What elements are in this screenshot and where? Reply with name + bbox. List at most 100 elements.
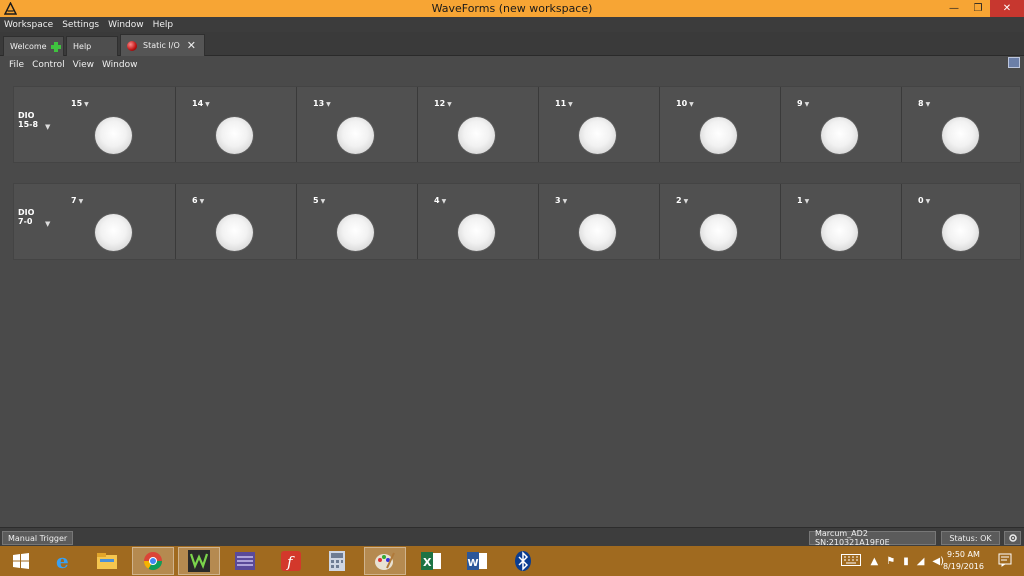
paint-icon[interactable]	[364, 547, 406, 575]
dio-led[interactable]	[95, 214, 132, 251]
chevron-down-icon[interactable]: ▼	[45, 123, 50, 131]
dio-led[interactable]	[942, 117, 979, 154]
dio-pin-label[interactable]: 12 ▼	[434, 99, 452, 108]
tab-help-label: Help	[73, 42, 92, 51]
dio-pin-cell: 7 ▼	[55, 184, 176, 259]
dio-pin-cell: 1 ▼	[781, 184, 902, 259]
dio-pin-label[interactable]: 5 ▼	[313, 196, 325, 205]
waveforms-sdk-icon[interactable]	[224, 547, 266, 575]
waveforms-app-icon[interactable]	[3, 2, 17, 16]
add-icon[interactable]	[50, 41, 62, 52]
dio-led[interactable]	[458, 117, 495, 154]
dio-pin-cell: 14 ▼	[176, 87, 297, 162]
dio-pin-label[interactable]: 13 ▼	[313, 99, 331, 108]
internet-explorer-icon[interactable]: e	[42, 547, 84, 575]
dio-group-7-0-label[interactable]: DIO 7-0	[18, 208, 34, 226]
maximize-button[interactable]: ❐	[966, 0, 990, 17]
dio-pin-cell: 15 ▼	[55, 87, 176, 162]
minimize-button[interactable]: —	[942, 0, 966, 17]
menu-help[interactable]: Help	[153, 20, 174, 30]
windows-start-icon[interactable]	[0, 547, 42, 575]
settings-gear-icon[interactable]	[1004, 531, 1021, 545]
dio-pin-label[interactable]: 14 ▼	[192, 99, 210, 108]
dio-led[interactable]	[337, 214, 374, 251]
menu-instrument-window[interactable]: Window	[102, 60, 138, 70]
menu-workspace[interactable]: Workspace	[4, 20, 53, 30]
tab-welcome[interactable]: Welcome	[3, 36, 64, 56]
close-tab-icon[interactable]: ✕	[187, 39, 196, 52]
dio-pin-label[interactable]: 2 ▼	[676, 196, 688, 205]
chevron-up-icon[interactable]: ▲	[871, 556, 879, 567]
dio-group-15-8-label[interactable]: DIO 15-8	[18, 111, 38, 129]
dio-led[interactable]	[700, 117, 737, 154]
dio-pin-label[interactable]: 1 ▼	[797, 196, 809, 205]
window-title: WaveForms (new workspace)	[431, 2, 593, 15]
foxit-reader-icon[interactable]: f	[270, 547, 312, 575]
dio-pin-cell: 9 ▼	[781, 87, 902, 162]
dio-pin-label[interactable]: 0 ▼	[918, 196, 930, 205]
dio-led[interactable]	[579, 214, 616, 251]
dio-led[interactable]	[216, 117, 253, 154]
chevron-down-icon: ▼	[568, 101, 573, 108]
chevron-down-icon: ▼	[925, 101, 931, 108]
tab-help[interactable]: Help	[66, 36, 118, 56]
tab-static-io[interactable]: Static I/O ✕	[120, 34, 205, 56]
dio-pin-label[interactable]: 10 ▼	[676, 99, 694, 108]
dio-pin-cell: 11 ▼	[539, 87, 660, 162]
dio-led[interactable]	[458, 214, 495, 251]
calculator-icon[interactable]	[316, 547, 358, 575]
dio-led[interactable]	[95, 117, 132, 154]
pin-number: 2	[676, 196, 682, 205]
notifications-icon[interactable]	[998, 553, 1012, 570]
dio-pin-label[interactable]: 9 ▼	[797, 99, 809, 108]
dio-led[interactable]	[821, 117, 858, 154]
word-icon[interactable]: W	[456, 547, 498, 575]
pin-number: 12	[434, 99, 446, 108]
battery-icon[interactable]: ▮	[903, 556, 909, 567]
device-selector[interactable]: Marcum_AD2 SN:210321A19F0E	[809, 529, 936, 547]
pin-number: 4	[434, 196, 440, 205]
dio-pin-label[interactable]: 3 ▼	[555, 196, 567, 205]
chevron-down-icon: ▼	[199, 198, 205, 205]
menu-settings[interactable]: Settings	[62, 20, 99, 30]
dio-led[interactable]	[942, 214, 979, 251]
menu-window[interactable]: Window	[108, 20, 144, 30]
dio-led[interactable]	[579, 117, 616, 154]
taskbar-clock[interactable]: 9:50 AM 8/19/2016	[943, 549, 984, 573]
menu-view[interactable]: View	[73, 60, 94, 70]
dio-group-range: 15-8	[18, 120, 39, 129]
chevron-down-icon: ▼	[804, 198, 810, 205]
tab-static-io-label: Static I/O	[143, 41, 180, 50]
wifi-signal-icon[interactable]: ◢	[917, 556, 925, 567]
menu-file[interactable]: File	[9, 60, 24, 70]
bluetooth-icon[interactable]	[502, 547, 544, 575]
chevron-down-icon: ▼	[689, 101, 694, 108]
dio-led[interactable]	[821, 214, 858, 251]
file-explorer-icon[interactable]	[86, 547, 128, 575]
chevron-down-icon: ▼	[205, 101, 210, 108]
pin-number: 13	[313, 99, 325, 108]
close-button[interactable]: ✕	[990, 0, 1024, 17]
dio-pin-label[interactable]: 7 ▼	[71, 196, 83, 205]
chevron-down-icon[interactable]: ▼	[45, 220, 50, 228]
dio-pin-label[interactable]: 4 ▼	[434, 196, 446, 205]
dio-group-title: DIO	[18, 111, 35, 120]
menu-control[interactable]: Control	[32, 60, 65, 70]
manual-trigger-button[interactable]: Manual Trigger	[2, 531, 74, 545]
flag-icon[interactable]: ⚑	[886, 556, 895, 567]
dio-pin-label[interactable]: 11 ▼	[555, 99, 573, 108]
keyboard-icon[interactable]	[840, 553, 861, 569]
undock-window-icon[interactable]	[1008, 57, 1020, 68]
dio-pin-label[interactable]: 6 ▼	[192, 196, 204, 205]
dio-pin-label[interactable]: 8 ▼	[918, 99, 930, 108]
excel-icon[interactable]: X	[410, 547, 452, 575]
dio-pin-label[interactable]: 15 ▼	[71, 99, 89, 108]
dio-led[interactable]	[700, 214, 737, 251]
chrome-icon[interactable]	[132, 547, 174, 575]
dio-led[interactable]	[337, 117, 374, 154]
dio-led[interactable]	[216, 214, 253, 251]
pin-number: 3	[555, 196, 561, 205]
status-indicator[interactable]: Status: OK	[941, 531, 1000, 545]
chevron-down-icon: ▼	[562, 198, 568, 205]
waveforms-icon[interactable]	[178, 547, 220, 575]
